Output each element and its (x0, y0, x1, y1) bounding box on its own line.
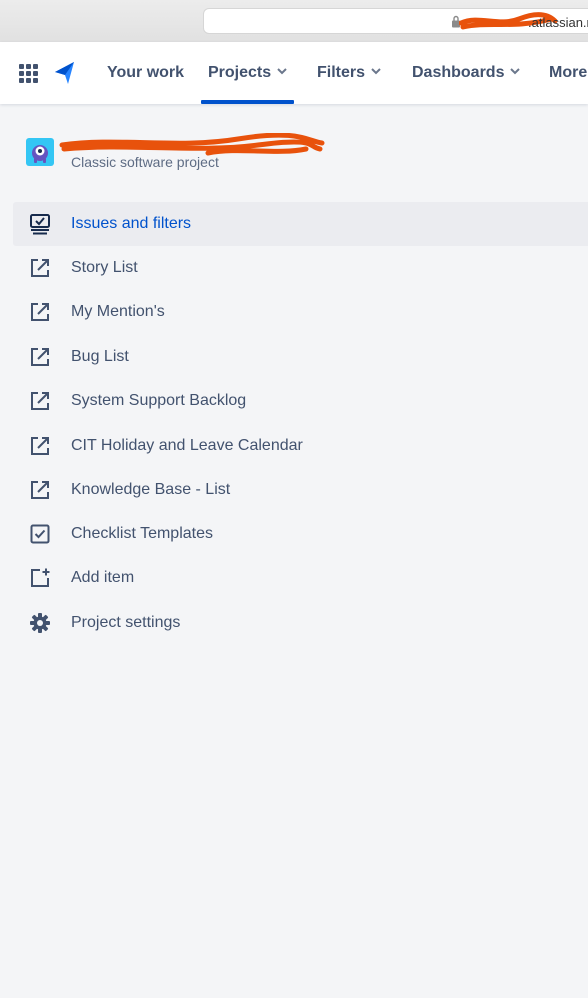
checkbox-icon (30, 524, 50, 544)
external-link-icon (31, 392, 49, 410)
project-avatar[interactable] (26, 138, 54, 166)
top-navigation: Your work Projects Filters Dashboards Mo… (0, 42, 588, 104)
sidebar-item-label: My Mention's (71, 303, 165, 320)
sidebar-item-system-support-backlog[interactable]: System Support Backlog (13, 379, 588, 423)
sidebar-item-project-settings[interactable]: Project settings (13, 601, 588, 645)
sidebar-item-bug-list[interactable]: Bug List (13, 335, 588, 379)
nav-label: More (549, 64, 588, 81)
nav-label: Dashboards (412, 64, 505, 81)
sidebar-item-knowledge-base[interactable]: Knowledge Base - List (13, 468, 588, 512)
sidebar-item-label: Project settings (71, 614, 181, 631)
url-text: .atlassian.n (528, 15, 588, 30)
sidebar-item-cit-holiday-calendar[interactable]: CIT Holiday and Leave Calendar (13, 424, 588, 468)
gear-icon (30, 613, 50, 633)
sidebar-item-checklist-templates[interactable]: Checklist Templates (13, 512, 588, 556)
sidebar-item-label: Issues and filters (71, 215, 192, 232)
external-link-icon (31, 348, 49, 366)
sidebar-item-issues-and-filters[interactable]: Issues and filters (13, 202, 588, 246)
external-link-icon (31, 437, 49, 455)
sidebar-item-label: Knowledge Base - List (71, 481, 231, 498)
external-link-icon (31, 259, 49, 277)
nav-dashboards[interactable]: Dashboards (412, 42, 521, 104)
sidebar-item-label: CIT Holiday and Leave Calendar (71, 437, 303, 454)
chevron-down-icon (277, 68, 287, 75)
sidebar-item-add-item[interactable]: Add item (13, 556, 588, 600)
nav-more[interactable]: More (549, 42, 587, 104)
chevron-down-icon (510, 68, 521, 75)
nav-projects[interactable]: Projects (208, 42, 287, 104)
sidebar-item-label: System Support Backlog (71, 392, 247, 409)
app-switcher-icon[interactable] (19, 64, 38, 83)
external-link-icon (31, 481, 49, 499)
add-item-icon (31, 568, 50, 587)
nav-label: Filters (317, 64, 366, 81)
nav-label: Projects (208, 64, 272, 81)
sidebar-item-label: Story List (71, 259, 138, 276)
nav-your-work[interactable]: Your work (107, 42, 184, 104)
external-link-icon (31, 303, 49, 321)
address-bar[interactable]: .atlassian.n (203, 8, 588, 34)
active-tab-indicator (201, 100, 294, 104)
sidebar-item-label: Bug List (71, 348, 129, 365)
nav-filters[interactable]: Filters (317, 42, 381, 104)
issues-icon (30, 214, 50, 235)
project-type: Classic software project (71, 154, 219, 170)
monster-avatar-icon (32, 145, 48, 163)
sidebar-item-my-mentions[interactable]: My Mention's (13, 290, 588, 334)
nav-label: Your work (107, 64, 185, 81)
chevron-down-icon (371, 68, 381, 75)
browser-toolbar: .atlassian.n (0, 0, 588, 43)
jira-logo-icon[interactable] (54, 61, 76, 85)
sidebar-item-label: Add item (71, 569, 135, 586)
sidebar-item-story-list[interactable]: Story List (13, 246, 588, 290)
sidebar-item-label: Checklist Templates (71, 525, 213, 542)
